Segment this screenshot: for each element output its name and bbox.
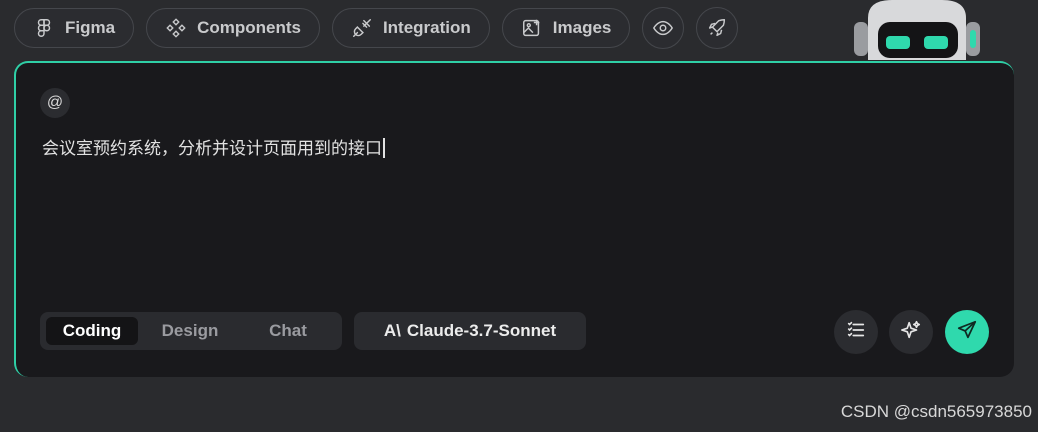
mention-button[interactable]: @ — [40, 88, 70, 118]
integration-label: Integration — [382, 18, 471, 37]
rocket-icon — [706, 17, 728, 39]
deploy-button[interactable] — [696, 7, 739, 49]
preview-button[interactable] — [642, 7, 685, 49]
images-label: Images — [552, 18, 612, 37]
mode-coding-tab[interactable]: Coding — [46, 317, 138, 345]
components-icon — [165, 17, 187, 39]
anthropic-logo-icon: A\ — [383, 321, 401, 340]
mode-design-tab[interactable]: Design — [144, 317, 236, 345]
integration-button[interactable]: Integration — [331, 8, 490, 48]
eye-icon — [652, 17, 674, 39]
images-button[interactable]: Images — [501, 8, 631, 48]
plug-icon — [351, 17, 373, 39]
image-icon — [521, 17, 543, 39]
toolbar: Figma Components Integration Images — [14, 7, 739, 49]
mode-chat-tab[interactable]: Chat — [242, 317, 334, 345]
figma-label: Figma — [65, 18, 116, 37]
send-icon — [956, 319, 978, 346]
enhance-button[interactable] — [889, 310, 933, 354]
prompt-text: 会议室预约系统，分析并设计页面用到的接口 — [42, 139, 382, 159]
send-button[interactable] — [945, 310, 989, 354]
prompt-panel: @ 会议室预约系统，分析并设计页面用到的接口 Coding Design Cha… — [14, 61, 1014, 377]
figma-button[interactable]: Figma — [14, 8, 135, 48]
model-selector[interactable]: A\ Claude-3.7-Sonnet — [354, 312, 586, 350]
watermark: CSDN @csdn565973850 — [840, 402, 1032, 421]
robot-mascot-icon — [854, 0, 980, 60]
components-button[interactable]: Components — [146, 8, 320, 48]
list-button[interactable] — [834, 310, 878, 354]
text-caret — [383, 138, 385, 158]
sparkle-icon — [900, 319, 922, 346]
list-icon — [845, 319, 867, 346]
mode-switcher: Coding Design Chat — [40, 312, 342, 350]
model-name: Claude-3.7-Sonnet — [406, 321, 557, 340]
prompt-input[interactable]: 会议室预约系统，分析并设计页面用到的接口 — [42, 134, 385, 159]
components-label: Components — [197, 18, 301, 37]
figma-icon — [33, 17, 55, 39]
